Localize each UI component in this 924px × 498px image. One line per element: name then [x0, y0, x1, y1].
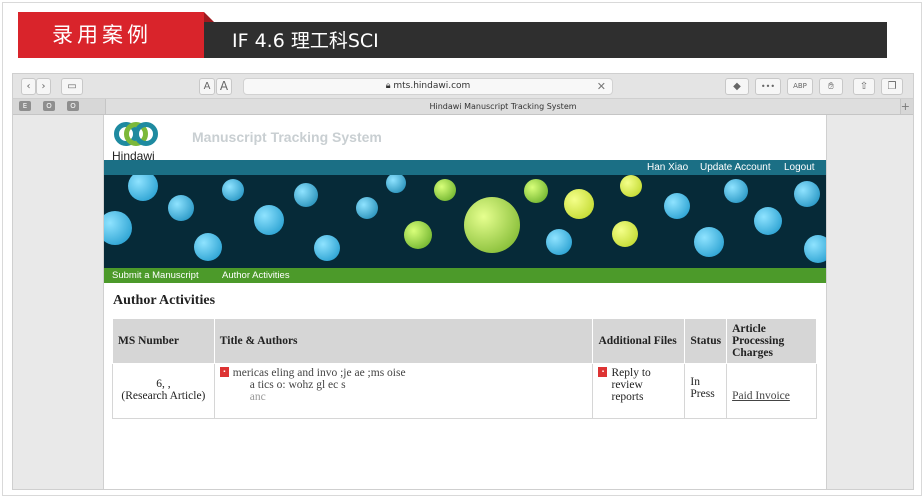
status-cell: In Press — [684, 363, 728, 419]
font-larger-button[interactable]: A — [216, 78, 232, 95]
paid-invoice-link[interactable]: Paid Invoice — [732, 390, 790, 402]
web-page: Hindawi Manuscript Tracking System Han X… — [103, 115, 827, 489]
font-smaller-button[interactable]: A — [199, 78, 215, 95]
ms-number: 6, , — [156, 378, 171, 390]
table-row: 6, , (Research Article) ▪ mericas eling a… — [112, 363, 817, 419]
address-bar[interactable]: 🔒︎ mts.hindawi.com ✕ — [243, 78, 613, 95]
title-authors-cell: ▪ mericas eling and invo ;je ae ;ms oise … — [213, 363, 594, 419]
col-processing-charges: Article Processing Charges — [726, 318, 817, 364]
pdf-icon[interactable]: ▪ — [219, 367, 229, 377]
url-text: mts.hindawi.com — [393, 81, 471, 91]
ext-o-icon[interactable]: O — [43, 101, 55, 111]
pdf-file-icon[interactable]: ▪ — [598, 367, 608, 377]
title-line-2: a tics o: wohz gl ec s — [249, 379, 346, 391]
nav-submit-manuscript[interactable]: Submit a Manuscript — [112, 268, 199, 283]
system-title: Manuscript Tracking System — [192, 129, 382, 145]
tab-hindawi[interactable]: Hindawi Manuscript Tracking System — [105, 99, 901, 114]
molecule-banner — [104, 175, 826, 268]
table-header-row: MS Number Title & Authors Additional Fil… — [112, 318, 817, 364]
browser-toolbar: ‹ › ▭ A A 🔒︎ mts.hindawi.com ✕ ◆ ••• ABP… — [13, 74, 913, 99]
case-tag: 录用案例 — [18, 12, 214, 58]
col-status: Status — [684, 318, 728, 364]
extension-icon[interactable]: ◆ — [725, 78, 749, 95]
tab-bar: E O O Hindawi Manuscript Tracking System… — [13, 99, 913, 115]
authors-line: anc — [249, 391, 266, 403]
hand-icon[interactable]: ✋︎ — [819, 78, 843, 95]
logout-link[interactable]: Logout — [784, 160, 815, 175]
additional-files-cell: ▪ Reply to review reports — [592, 363, 686, 419]
ms-number-cell[interactable]: 6, , (Research Article) — [112, 363, 215, 419]
header-title: IF 4.6 理工科SCI — [232, 30, 379, 52]
col-ms-number: MS Number — [112, 318, 215, 364]
share-icon[interactable]: ⇧ — [853, 78, 875, 95]
more-icon[interactable]: ••• — [755, 78, 781, 95]
ext-e-icon[interactable]: E — [19, 101, 31, 111]
title-line-1: ▪ mericas eling and invo ;je ae ;ms oise — [219, 367, 588, 379]
clear-icon[interactable]: ✕ — [597, 79, 606, 94]
hindawi-logo-ring2-icon — [134, 122, 158, 146]
ms-type: (Research Article) — [121, 390, 206, 402]
browser-window: ‹ › ▭ A A 🔒︎ mts.hindawi.com ✕ ◆ ••• ABP… — [12, 73, 914, 490]
lock-icon: 🔒︎ — [385, 81, 391, 91]
site-header: Hindawi Manuscript Tracking System — [104, 115, 826, 163]
user-name-link[interactable]: Han Xiao — [647, 160, 688, 175]
new-tab-icon[interactable]: + — [901, 99, 910, 114]
back-icon[interactable]: ‹ — [21, 78, 36, 95]
reply-reports-link[interactable]: Reply to review reports — [611, 367, 673, 403]
sidebar-icon[interactable]: ▭ — [61, 78, 83, 95]
ext-o2-icon[interactable]: O — [67, 101, 79, 111]
nav-author-activities[interactable]: Author Activities — [222, 268, 290, 283]
activities-table: MS Number Title & Authors Additional Fil… — [112, 318, 817, 419]
charges-cell: Paid Invoice — [726, 363, 817, 419]
adblock-icon[interactable]: ABP — [787, 78, 813, 95]
tabs-icon[interactable]: ❐ — [881, 78, 903, 95]
section-heading: Author Activities — [113, 293, 216, 308]
site-nav: Submit a Manuscript Author Activities — [104, 268, 826, 283]
update-account-link[interactable]: Update Account — [700, 160, 771, 175]
col-additional-files: Additional Files — [592, 318, 686, 364]
forward-icon[interactable]: › — [36, 78, 51, 95]
col-title-authors: Title & Authors — [213, 318, 594, 364]
user-bar: Han Xiao Update Account Logout — [104, 160, 826, 175]
